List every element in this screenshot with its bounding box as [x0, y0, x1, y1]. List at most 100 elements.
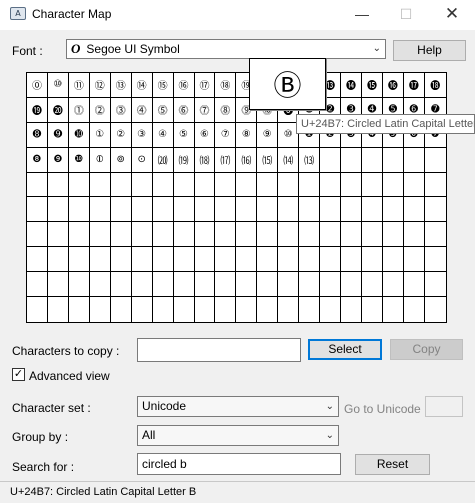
- character-cell[interactable]: [195, 297, 216, 322]
- character-cell[interactable]: [299, 197, 321, 223]
- character-cell[interactable]: [131, 247, 153, 273]
- character-cell[interactable]: [236, 247, 258, 273]
- character-cell[interactable]: [362, 172, 383, 198]
- character-cell[interactable]: [257, 197, 279, 223]
- select-button[interactable]: Select: [308, 339, 382, 360]
- character-cell[interactable]: [424, 222, 446, 248]
- characters-to-copy-input[interactable]: [137, 338, 301, 362]
- character-cell[interactable]: [341, 197, 362, 223]
- character-cell[interactable]: [153, 297, 174, 322]
- character-cell[interactable]: ⑥: [194, 122, 216, 148]
- character-cell[interactable]: ⒄: [215, 147, 237, 173]
- character-cell[interactable]: [403, 147, 425, 173]
- character-cell[interactable]: [110, 197, 132, 223]
- character-cell[interactable]: [403, 197, 425, 223]
- character-cell[interactable]: [69, 297, 90, 322]
- character-cell[interactable]: ⓸: [131, 97, 153, 123]
- character-cell[interactable]: [173, 197, 195, 223]
- character-cell[interactable]: ③: [131, 122, 153, 148]
- character-cell[interactable]: [132, 297, 153, 322]
- character-cell[interactable]: ⒇: [152, 147, 174, 173]
- character-cell[interactable]: [27, 272, 48, 298]
- character-cell[interactable]: [299, 172, 321, 198]
- character-cell[interactable]: [382, 247, 404, 273]
- character-cell[interactable]: ⒀: [299, 147, 321, 173]
- character-cell[interactable]: [27, 247, 48, 273]
- character-cell[interactable]: [47, 222, 69, 248]
- character-cell[interactable]: [362, 272, 383, 298]
- font-select[interactable]: O Segoe UI Symbol ⌄: [66, 39, 386, 59]
- search-input[interactable]: circled b: [137, 453, 341, 475]
- character-cell[interactable]: [362, 147, 383, 173]
- maximize-button[interactable]: ☐: [384, 0, 428, 28]
- character-cell[interactable]: [89, 247, 111, 273]
- character-cell[interactable]: ⓪: [27, 73, 48, 98]
- character-cell[interactable]: [236, 297, 258, 322]
- character-cell[interactable]: [174, 297, 195, 322]
- reset-button[interactable]: Reset: [355, 454, 430, 475]
- character-cell[interactable]: [173, 247, 195, 273]
- character-cell[interactable]: [110, 172, 132, 198]
- character-cell[interactable]: [382, 172, 404, 198]
- character-cell[interactable]: [194, 172, 216, 198]
- character-cell[interactable]: [236, 197, 258, 223]
- character-cell[interactable]: [27, 297, 48, 322]
- character-cell[interactable]: ❿: [68, 147, 90, 173]
- character-cell[interactable]: ⓻: [194, 97, 216, 123]
- character-cell[interactable]: [278, 172, 300, 198]
- character-cell[interactable]: [424, 173, 446, 198]
- character-cell[interactable]: ⓰: [382, 73, 404, 98]
- help-button[interactable]: Help: [393, 40, 466, 61]
- character-cell[interactable]: ➓: [68, 122, 90, 148]
- character-cell[interactable]: ⓶: [89, 97, 111, 123]
- character-cell[interactable]: [299, 272, 321, 298]
- character-cell[interactable]: ⒁: [278, 147, 300, 173]
- character-cell[interactable]: [90, 297, 111, 322]
- character-cell[interactable]: [89, 172, 111, 198]
- character-cell[interactable]: [362, 197, 383, 223]
- character-cell[interactable]: ⑨: [257, 122, 279, 148]
- character-cell[interactable]: [89, 197, 111, 223]
- character-cell[interactable]: ➑: [27, 122, 48, 148]
- minimize-button[interactable]: —: [340, 0, 384, 28]
- character-cell[interactable]: [299, 247, 321, 273]
- character-cell[interactable]: ⒆: [173, 147, 195, 173]
- character-cell[interactable]: [278, 272, 300, 298]
- character-cell[interactable]: ⑮: [152, 73, 174, 98]
- character-cell[interactable]: [424, 247, 446, 273]
- character-cell[interactable]: [403, 222, 425, 248]
- character-cell[interactable]: [110, 222, 132, 248]
- character-cell[interactable]: ⓹: [152, 97, 174, 123]
- character-cell[interactable]: [68, 172, 90, 198]
- character-cell[interactable]: [215, 172, 237, 198]
- character-cell[interactable]: [152, 197, 174, 223]
- character-cell[interactable]: ⒅: [194, 147, 216, 173]
- character-cell[interactable]: ⓵: [68, 97, 90, 123]
- character-cell[interactable]: [341, 272, 362, 298]
- character-cell[interactable]: [194, 197, 216, 223]
- character-cell[interactable]: [257, 247, 279, 273]
- character-cell[interactable]: [383, 297, 404, 322]
- character-cell[interactable]: [362, 247, 383, 273]
- character-cell[interactable]: [47, 172, 69, 198]
- character-cell[interactable]: [257, 222, 279, 248]
- character-cell[interactable]: [152, 172, 174, 198]
- character-cell[interactable]: [110, 272, 132, 298]
- character-cell[interactable]: [320, 247, 342, 273]
- character-cell[interactable]: [320, 197, 342, 223]
- character-cell[interactable]: [47, 247, 69, 273]
- character-cell[interactable]: ⓼: [215, 97, 237, 123]
- character-cell[interactable]: [47, 197, 69, 223]
- character-cell[interactable]: ⑯: [173, 73, 195, 98]
- character-cell[interactable]: ⊚: [110, 147, 132, 173]
- character-cell[interactable]: [320, 147, 342, 173]
- character-cell[interactable]: [152, 222, 174, 248]
- group-by-select[interactable]: All ⌄: [137, 425, 339, 446]
- character-cell[interactable]: ⒃: [236, 147, 258, 173]
- character-cell[interactable]: [403, 172, 425, 198]
- character-cell[interactable]: [257, 297, 279, 322]
- character-cell[interactable]: [194, 272, 216, 298]
- character-cell[interactable]: [173, 272, 195, 298]
- character-cell[interactable]: [89, 272, 111, 298]
- character-cell[interactable]: [362, 222, 383, 248]
